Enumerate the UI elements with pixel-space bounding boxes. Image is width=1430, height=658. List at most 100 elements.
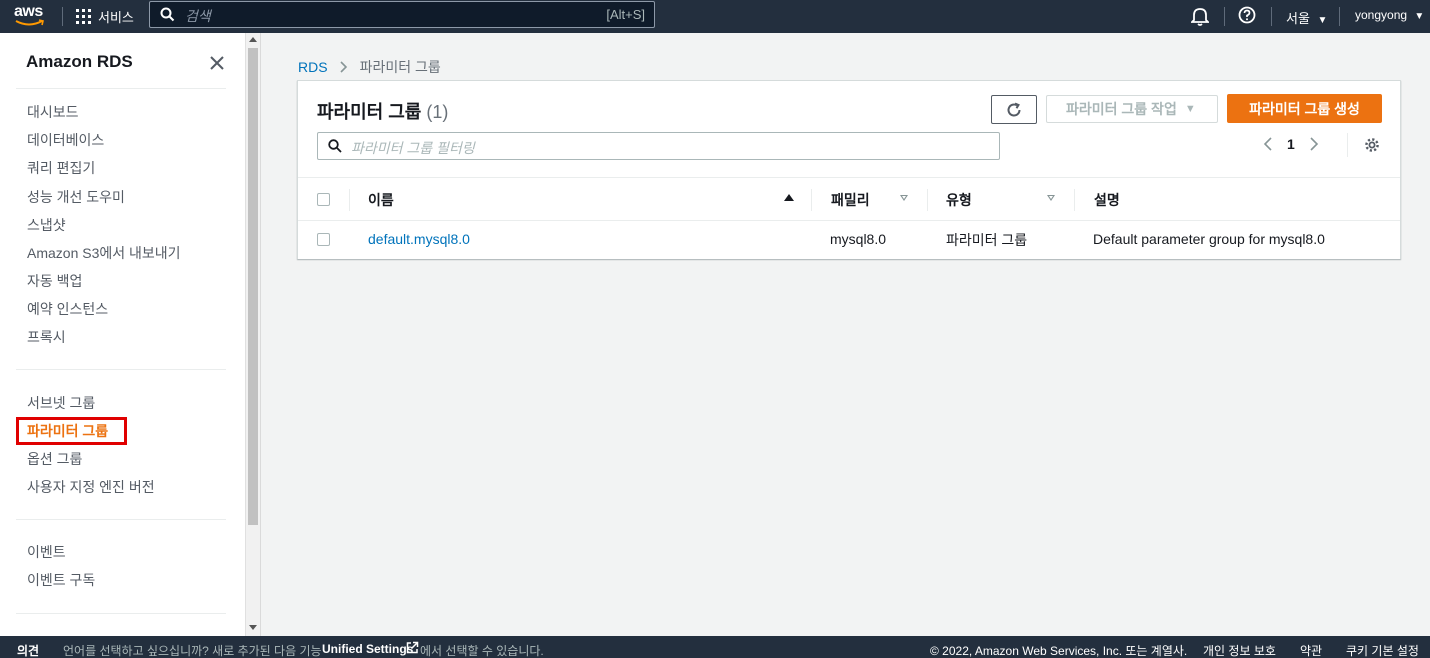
scrollbar-thumb[interactable]: [248, 48, 258, 525]
gear-icon[interactable]: [1364, 137, 1380, 153]
copyright: © 2022, Amazon Web Services, Inc. 또는 계열사…: [930, 644, 1188, 658]
scroll-down-arrow-icon[interactable]: [249, 625, 257, 630]
sidebar-item-custom-engine-versions[interactable]: 사용자 지정 엔진 버전: [27, 477, 155, 497]
chevron-left-icon[interactable]: [1263, 136, 1273, 152]
scroll-up-arrow-icon[interactable]: [249, 37, 257, 42]
panel-count: (1): [426, 102, 449, 122]
cookie-preferences-link[interactable]: 쿠키 기본 설정: [1346, 642, 1419, 658]
column-header-family[interactable]: 패밀리: [831, 190, 870, 210]
global-search-input[interactable]: 검색 [Alt+S]: [149, 1, 655, 28]
row-checkbox[interactable]: [317, 233, 330, 246]
table-row[interactable]: default.mysql8.0 mysql8.0 파라미터 그룹 Defaul…: [298, 221, 1400, 259]
sidebar-item-reserved-instances[interactable]: 예약 인스턴스: [27, 299, 108, 319]
sidebar-title: Amazon RDS: [26, 52, 133, 71]
grid-icon: [76, 9, 91, 24]
filter-placeholder: 파라미터 그룹 필터링: [351, 140, 475, 156]
sidebar-item-event-subscriptions[interactable]: 이벤트 구독: [27, 570, 95, 590]
language-notice: 언어를 선택하고 싶으십니까? 새로 추가된 다음 기능: [63, 644, 322, 658]
refresh-icon: [1007, 102, 1021, 116]
top-navigation-bar: aws 서비스 검색 [Alt+S] 서울 ▼ yongyong ▼: [0, 0, 1430, 33]
search-icon: [328, 139, 342, 153]
parameter-group-type: 파라미터 그룹: [946, 232, 1028, 248]
actions-label: 파라미터 그룹 작업: [1066, 101, 1177, 117]
nav-divider: [62, 7, 63, 26]
page-number[interactable]: 1: [1287, 136, 1295, 152]
privacy-link[interactable]: 개인 정보 보호: [1203, 642, 1276, 658]
sidebar-item-query-editor[interactable]: 쿼리 편집기: [27, 158, 95, 178]
sidebar-divider: [16, 369, 226, 370]
external-link-icon: [406, 641, 419, 654]
sidebar-item-subnet-groups[interactable]: 서브넷 그룹: [27, 393, 95, 413]
sidebar-item-automated-backups[interactable]: 자동 백업: [27, 271, 82, 291]
panel-title-text: 파라미터 그룹: [317, 102, 422, 122]
nav-divider: [1271, 7, 1272, 26]
footer: 의견 언어를 선택하고 싶으십니까? 새로 추가된 다음 기능 Unified …: [0, 636, 1430, 658]
sidebar-divider: [16, 519, 226, 520]
breadcrumb: RDS 파라미터 그룹: [298, 57, 441, 77]
column-divider: [1074, 189, 1075, 211]
language-notice-end: 에서 선택할 수 있습니다.: [420, 644, 544, 658]
feedback-link[interactable]: 의견: [17, 642, 39, 658]
services-label: 서비스: [98, 10, 134, 25]
nav-divider: [1224, 7, 1225, 26]
sidebar-item-snapshots[interactable]: 스냅샷: [27, 215, 66, 235]
chevron-right-icon[interactable]: [1309, 136, 1319, 152]
sort-icon[interactable]: [900, 195, 908, 201]
account-username: yongyong: [1355, 8, 1408, 22]
search-placeholder: 검색: [185, 8, 211, 24]
aws-logo[interactable]: aws: [14, 3, 48, 29]
column-divider: [349, 189, 350, 211]
search-shortcut: [Alt+S]: [606, 7, 645, 22]
close-icon[interactable]: [210, 56, 224, 70]
aws-smile-icon: [15, 19, 44, 26]
refresh-button[interactable]: [991, 95, 1037, 124]
parameter-group-actions-button[interactable]: 파라미터 그룹 작업 ▼: [1046, 95, 1218, 123]
sidebar-divider: [16, 613, 226, 614]
sort-icon[interactable]: [1047, 195, 1055, 201]
select-all-checkbox[interactable]: [317, 193, 330, 206]
caret-down-icon: ▼: [1184, 103, 1196, 115]
column-divider: [811, 189, 812, 211]
region-label: 서울: [1286, 11, 1310, 26]
account-menu[interactable]: yongyong ▼: [1355, 8, 1424, 22]
breadcrumb-current: 파라미터 그룹: [359, 59, 441, 75]
bell-icon[interactable]: [1191, 6, 1209, 26]
terms-link[interactable]: 약관: [1300, 642, 1322, 658]
create-parameter-group-button[interactable]: 파라미터 그룹 생성: [1227, 94, 1382, 123]
filter-input[interactable]: 파라미터 그룹 필터링: [317, 132, 1000, 160]
sidebar-item-option-groups[interactable]: 옵션 그룹: [27, 449, 82, 469]
sidebar-item-dashboard[interactable]: 대시보드: [27, 102, 79, 122]
content-border: [260, 33, 261, 636]
sidebar-item-events[interactable]: 이벤트: [27, 542, 66, 562]
caret-down-icon: ▼: [1317, 15, 1328, 26]
sidebar-scrollbar[interactable]: [245, 33, 260, 636]
region-selector[interactable]: 서울 ▼: [1286, 8, 1327, 27]
services-menu-button[interactable]: 서비스: [76, 0, 134, 33]
nav-divider: [1339, 7, 1340, 26]
caret-down-icon: ▼: [1414, 11, 1425, 22]
sidebar-item-s3-exports[interactable]: Amazon S3에서 내보내기: [27, 243, 181, 263]
sidebar-item-performance-insights[interactable]: 성능 개선 도우미: [27, 187, 125, 207]
breadcrumb-rds-link[interactable]: RDS: [298, 59, 328, 75]
parameter-group-name-link[interactable]: default.mysql8.0: [368, 231, 470, 247]
sort-ascending-icon[interactable]: [784, 194, 794, 201]
sidebar: Amazon RDS 대시보드 데이터베이스 쿼리 편집기 성능 개선 도우미 …: [0, 33, 245, 636]
sidebar-item-proxies[interactable]: 프록시: [27, 327, 66, 347]
chevron-right-icon: [339, 61, 347, 73]
pagination: 1: [1263, 136, 1319, 152]
panel-title: 파라미터 그룹 (1): [317, 98, 448, 124]
column-header-name[interactable]: 이름: [368, 190, 394, 210]
sidebar-divider: [16, 88, 226, 89]
column-divider: [927, 189, 928, 211]
unified-settings-link[interactable]: Unified Settings: [322, 642, 413, 656]
sidebar-item-databases[interactable]: 데이터베이스: [27, 130, 104, 150]
aws-logo-text: aws: [14, 3, 43, 20]
parameter-group-family: mysql8.0: [830, 231, 887, 247]
parameter-group-description: Default parameter group for mysql8.0: [1093, 231, 1325, 247]
column-header-description[interactable]: 설명: [1094, 190, 1120, 210]
help-icon[interactable]: [1238, 6, 1256, 24]
create-label: 파라미터 그룹 생성: [1249, 100, 1360, 117]
column-header-type[interactable]: 유형: [946, 190, 972, 210]
pagination-divider: [1347, 133, 1348, 157]
parameter-groups-panel: 파라미터 그룹 (1) 파라미터 그룹 작업 ▼ 파라미터 그룹 생성 파라미터…: [297, 80, 1401, 259]
